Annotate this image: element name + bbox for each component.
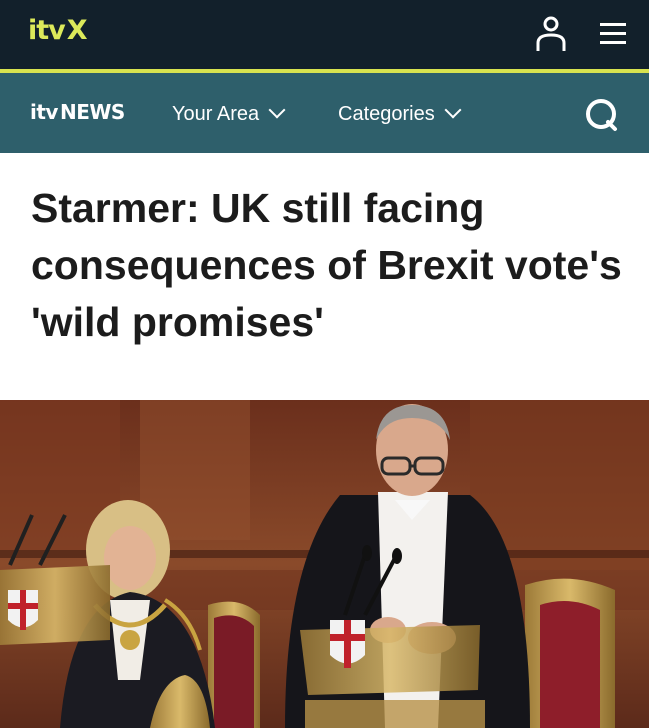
nav-your-area[interactable]: Your Area [172, 101, 286, 126]
nav-categories[interactable]: Categories [338, 101, 462, 126]
itv-news-logo[interactable]: itv NEWS [30, 100, 125, 124]
hamburger-menu-icon[interactable] [597, 20, 629, 48]
article-headline: Starmer: UK still facing consequences of… [31, 185, 622, 345]
search-icon[interactable] [584, 97, 620, 133]
itvx-logo[interactable]: itvX [28, 15, 88, 46]
nav-your-area-label: Your Area [172, 103, 260, 125]
itvx-top-bar: itvX [0, 0, 649, 69]
article-photo [0, 400, 649, 728]
account-icon[interactable] [534, 16, 568, 52]
nav-categories-label: Categories [338, 103, 435, 125]
chevron-down-icon [444, 101, 462, 119]
chevron-down-icon [268, 101, 286, 119]
itv-news-nav: itv NEWS Your Area Categories [0, 73, 649, 153]
